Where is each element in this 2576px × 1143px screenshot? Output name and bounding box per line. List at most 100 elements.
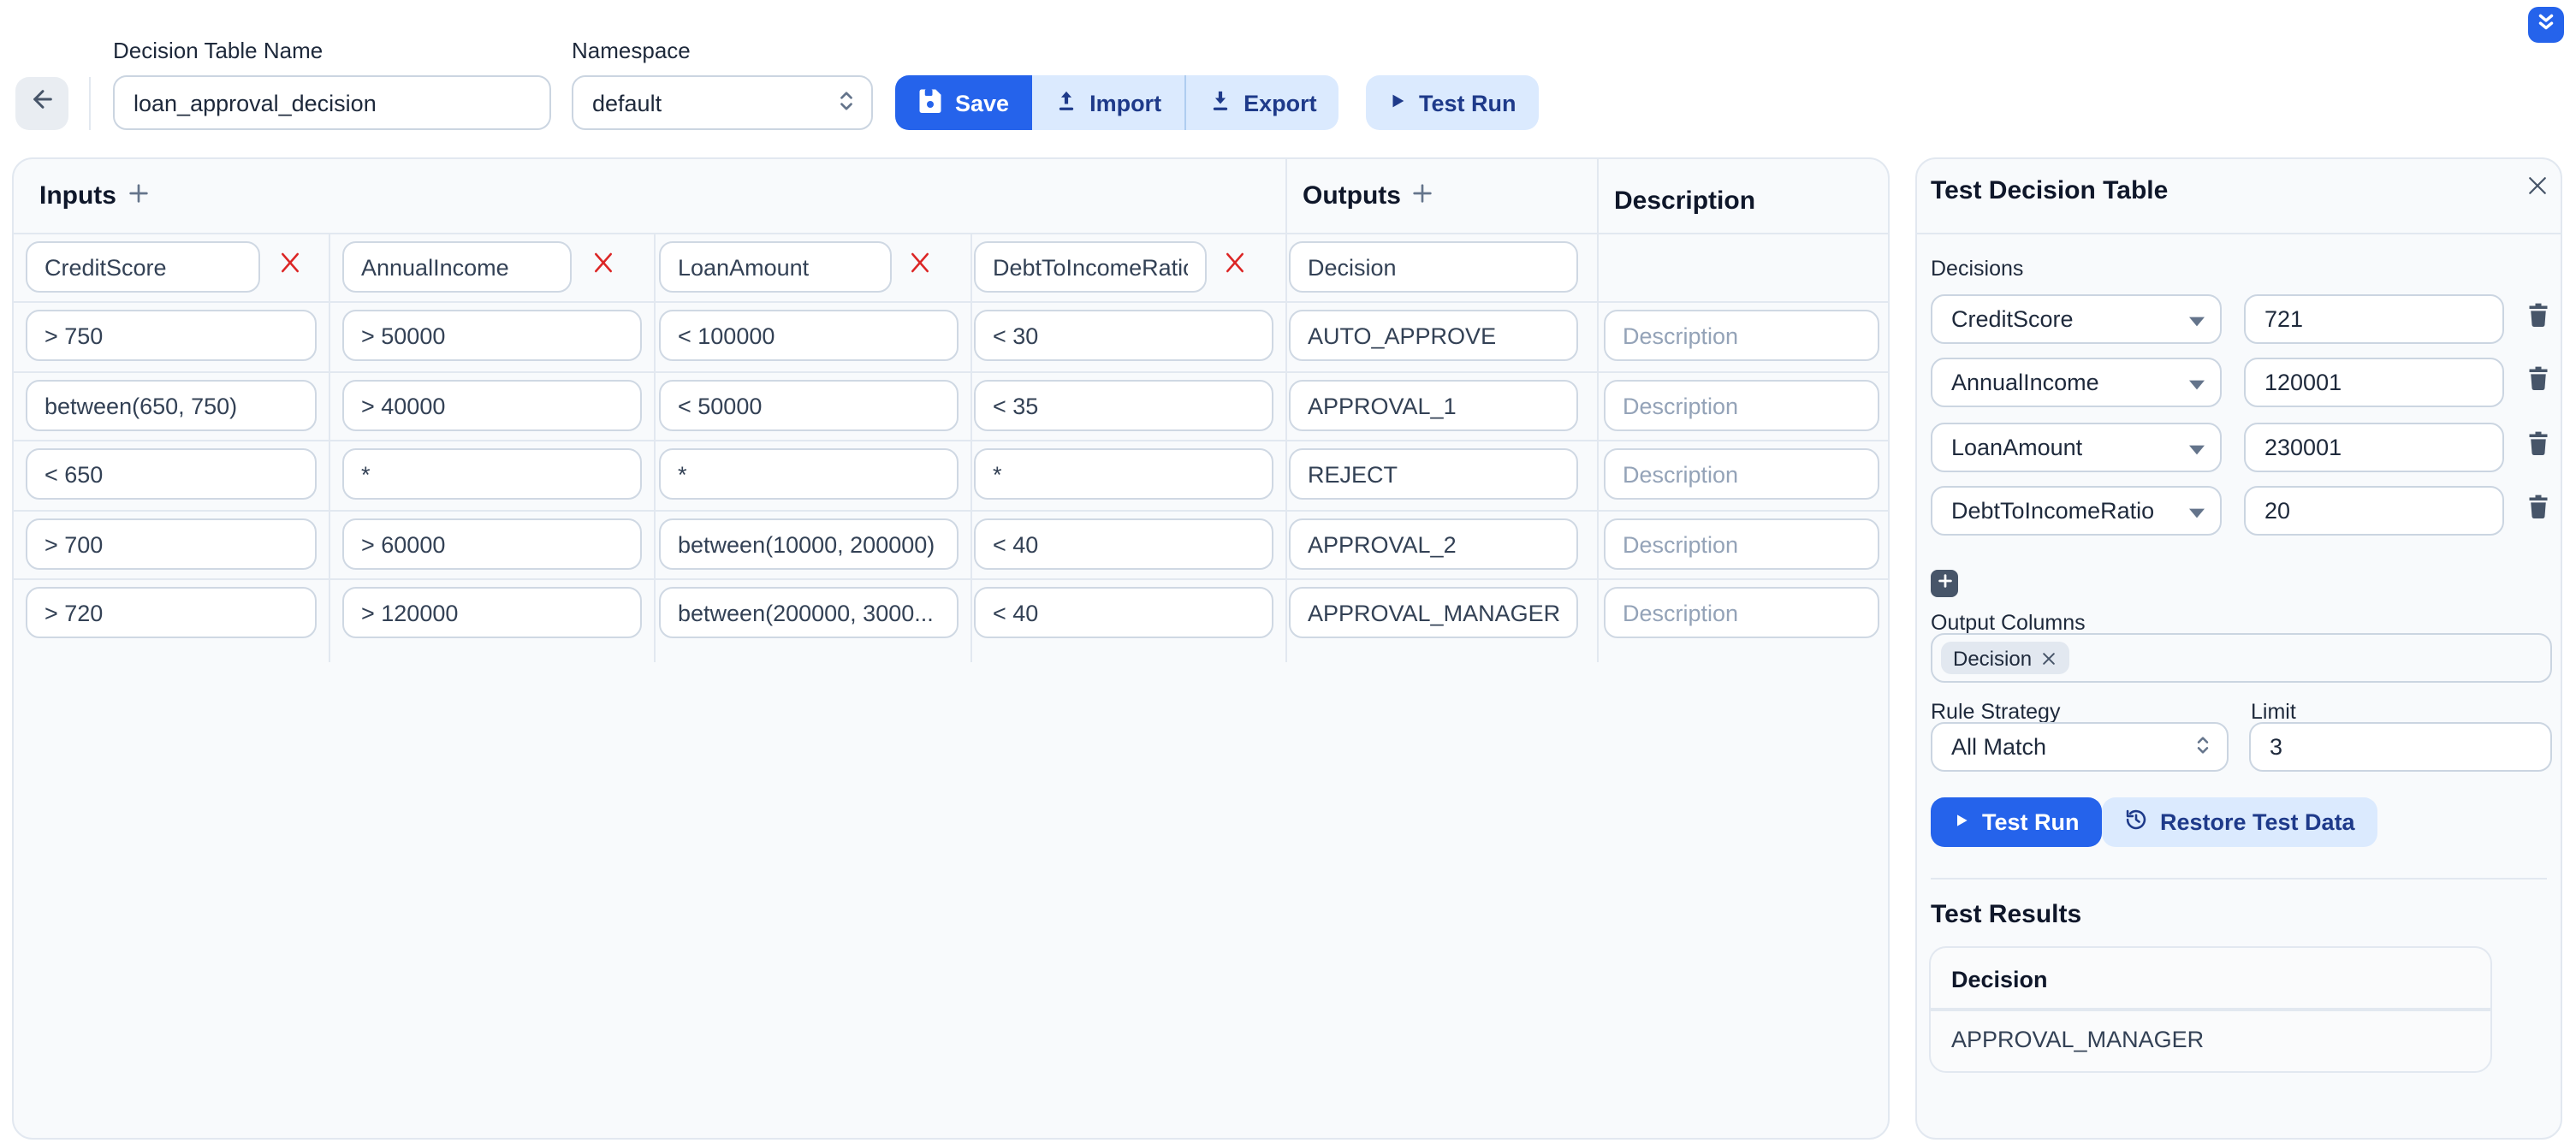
- output-cell[interactable]: [1289, 448, 1578, 500]
- rule-cell[interactable]: [659, 310, 959, 361]
- trash-icon: [2526, 493, 2550, 529]
- save-button[interactable]: Save: [895, 75, 1031, 130]
- decision-value-input[interactable]: [2244, 294, 2504, 344]
- arrow-left-icon: [28, 86, 56, 121]
- output-columns-box[interactable]: Decision: [1931, 633, 2552, 683]
- delete-column-button[interactable]: [274, 252, 305, 282]
- decision-value-input[interactable]: [2244, 486, 2504, 536]
- rule-cell[interactable]: [26, 310, 317, 361]
- rule-cell[interactable]: [26, 518, 317, 570]
- grid-line: [329, 233, 330, 662]
- delete-column-button[interactable]: [587, 252, 618, 282]
- rule-strategy-label: Rule Strategy: [1931, 700, 2060, 724]
- output-cell[interactable]: [1289, 587, 1578, 638]
- input-column-header[interactable]: [342, 241, 572, 293]
- plus-icon: [125, 179, 152, 215]
- add-input-column-button[interactable]: [123, 181, 154, 212]
- rule-cell[interactable]: [974, 310, 1273, 361]
- table-name-label: Decision Table Name: [113, 38, 323, 63]
- download-icon: [1208, 88, 1232, 117]
- rule-cell[interactable]: [974, 448, 1273, 500]
- rule-cell[interactable]: [26, 380, 317, 431]
- double-chevron-down-icon: [2535, 9, 2557, 40]
- rule-cell[interactable]: [342, 518, 642, 570]
- delete-column-button[interactable]: [1219, 252, 1249, 282]
- grid-line: [654, 233, 656, 662]
- grid-line: [14, 510, 1888, 512]
- x-icon: [906, 250, 932, 284]
- decision-value-input[interactable]: [2244, 423, 2504, 472]
- delete-decision-button[interactable]: [2523, 495, 2554, 527]
- table-name-input[interactable]: [113, 75, 551, 130]
- rule-cell[interactable]: [659, 587, 959, 638]
- history-icon: [2124, 808, 2148, 837]
- add-output-column-button[interactable]: [1407, 181, 1438, 212]
- limit-input[interactable]: [2249, 722, 2552, 772]
- decision-field-select[interactable]: CreditScore: [1931, 294, 2222, 344]
- test-run-button-panel[interactable]: Test Run: [1931, 797, 2102, 847]
- rule-cell[interactable]: [974, 518, 1273, 570]
- output-cell[interactable]: [1289, 310, 1578, 361]
- test-run-button-topbar[interactable]: Test Run: [1366, 75, 1539, 130]
- panel-divider: [1931, 878, 2547, 879]
- namespace-select[interactable]: default: [572, 75, 873, 130]
- restore-test-data-button[interactable]: Restore Test Data: [2102, 797, 2377, 847]
- rule-cell[interactable]: [342, 448, 642, 500]
- rule-cell[interactable]: [974, 380, 1273, 431]
- plus-icon: [1409, 179, 1436, 215]
- decision-field-select[interactable]: DebtToIncomeRatio: [1931, 486, 2222, 536]
- output-column-header[interactable]: [1289, 241, 1578, 293]
- trash-icon: [2526, 429, 2550, 465]
- description-cell[interactable]: [1604, 310, 1879, 361]
- delete-decision-button[interactable]: [2523, 303, 2554, 335]
- play-icon: [1388, 90, 1407, 115]
- description-cell[interactable]: [1604, 587, 1879, 638]
- input-column-header[interactable]: [974, 241, 1207, 293]
- add-decision-button[interactable]: [1931, 570, 1958, 597]
- grid-line: [14, 440, 1888, 441]
- rule-cell[interactable]: [659, 448, 959, 500]
- decision-value-input[interactable]: [2244, 358, 2504, 407]
- rule-cell[interactable]: [342, 587, 642, 638]
- delete-decision-button[interactable]: [2523, 431, 2554, 464]
- rule-cell[interactable]: [974, 587, 1273, 638]
- description-cell[interactable]: [1604, 448, 1879, 500]
- back-button[interactable]: [15, 77, 68, 130]
- test-decision-panel: Test Decision Table Decisions CreditScor…: [1915, 157, 2562, 1140]
- description-title: Description: [1614, 187, 1755, 216]
- decision-field-select[interactable]: LoanAmount: [1931, 423, 2222, 472]
- output-cell[interactable]: [1289, 518, 1578, 570]
- panel-title: Test Decision Table: [1931, 176, 2168, 205]
- rule-cell[interactable]: [342, 310, 642, 361]
- description-cell[interactable]: [1604, 380, 1879, 431]
- rule-cell[interactable]: [342, 380, 642, 431]
- input-column-header[interactable]: [659, 241, 892, 293]
- rule-cell[interactable]: [659, 380, 959, 431]
- output-cell[interactable]: [1289, 380, 1578, 431]
- delete-decision-button[interactable]: [2523, 366, 2554, 399]
- rule-strategy-select[interactable]: All Match: [1931, 722, 2229, 772]
- chevron-updown-icon: [2194, 733, 2211, 761]
- export-button[interactable]: Export: [1185, 75, 1339, 130]
- caret-down-icon: [2189, 370, 2205, 395]
- decision-field-select[interactable]: AnnualIncome: [1931, 358, 2222, 407]
- decision-table-card: Inputs Outputs Description: [12, 157, 1890, 1140]
- import-button[interactable]: Import: [1031, 75, 1184, 130]
- grid-line: [1285, 159, 1287, 662]
- collapse-button[interactable]: [2528, 7, 2564, 43]
- description-cell[interactable]: [1604, 518, 1879, 570]
- namespace-label: Namespace: [572, 38, 691, 63]
- outputs-title: Outputs: [1303, 181, 1401, 210]
- remove-chip-button[interactable]: [2040, 649, 2057, 666]
- output-columns-label: Output Columns: [1931, 611, 2086, 635]
- rule-cell[interactable]: [659, 518, 959, 570]
- close-panel-button[interactable]: [2520, 173, 2554, 207]
- grid-line: [970, 233, 972, 662]
- output-column-chip: Decision: [1941, 642, 2069, 674]
- play-icon: [1953, 809, 1970, 835]
- rule-cell[interactable]: [26, 448, 317, 500]
- delete-column-button[interactable]: [904, 252, 935, 282]
- test-results-title: Test Results: [1931, 900, 2081, 929]
- rule-cell[interactable]: [26, 587, 317, 638]
- input-column-header[interactable]: [26, 241, 260, 293]
